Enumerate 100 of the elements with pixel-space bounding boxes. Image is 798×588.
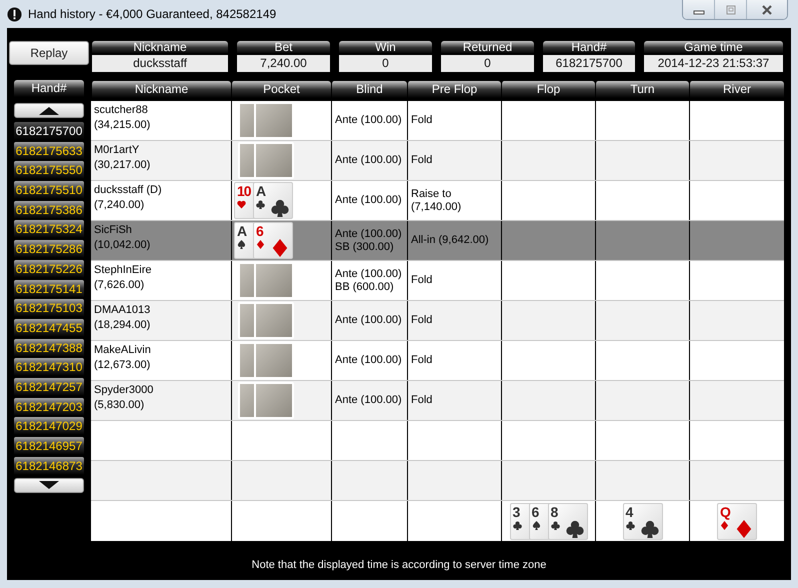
blind-text: Ante (100.00): [335, 154, 402, 167]
field-label: Bet: [237, 41, 330, 54]
hand-list-item[interactable]: 6182147310: [14, 358, 84, 376]
hand-list-item[interactable]: 6182175226: [14, 260, 84, 278]
close-button[interactable]: [747, 0, 787, 19]
up-triangle-icon: [39, 106, 59, 114]
field-label: Nickname: [92, 41, 228, 54]
column-header: Pocket: [231, 81, 331, 98]
table-row[interactable]: scutcher88 (34,215.00) Ante (100.00) Fold: [91, 101, 784, 141]
player-name: StephInEire: [94, 264, 152, 276]
player-name: M0r1artY: [94, 144, 140, 156]
hand-list-item[interactable]: 6182175103: [14, 299, 84, 318]
card-rank: 6: [256, 223, 263, 239]
hand-list-item[interactable]: 6182175324: [14, 220, 84, 238]
action-text: Fold: [411, 154, 432, 167]
card-rank: 6: [532, 504, 538, 520]
card-back: [254, 102, 294, 139]
column-header: Hand#: [14, 80, 84, 97]
card-rank: 10: [237, 183, 251, 199]
chip-stack: (12,673.00): [94, 359, 152, 371]
diamond-icon: [271, 239, 289, 257]
spade-icon: [532, 521, 540, 530]
scroll-down-button[interactable]: [14, 478, 84, 493]
club-icon: [640, 520, 658, 538]
club-icon: [256, 200, 265, 209]
action-text: Fold: [411, 354, 432, 367]
diamond-icon: [720, 521, 729, 530]
player-name: scutcher88: [94, 104, 149, 116]
player-name: Spyder3000: [94, 384, 154, 396]
table-row[interactable]: M0r1artY (30,217.00) Ante (100.00) Fold: [91, 141, 784, 181]
action-text: All-in (9,642.00): [411, 234, 489, 247]
action-text: Raise to (7,140.00): [411, 188, 462, 214]
action-text: Fold: [411, 314, 432, 327]
hand-list-item[interactable]: 6182175286: [14, 240, 84, 258]
chip-stack: (10,042.00): [94, 239, 152, 251]
club-icon: [550, 521, 560, 530]
hand-list-item[interactable]: 6182175141: [14, 280, 84, 298]
action-text: Fold: [411, 394, 432, 407]
value-field: 7,240.00: [237, 55, 330, 72]
field-label: Win: [339, 41, 432, 54]
card-rank: 4: [626, 504, 632, 520]
card-back: [254, 142, 294, 179]
footer-note: Note that the displayed time is according to server time zone: [250, 559, 548, 571]
value-field: ducksstaff: [92, 55, 228, 72]
spade-icon: [237, 240, 246, 249]
blind-text: Ante (100.00): [335, 194, 402, 207]
hand-list-item[interactable]: 6182147388: [14, 338, 84, 357]
hand-list-item[interactable]: 6182146957: [14, 437, 84, 455]
player-name: SicFiSh: [94, 224, 133, 236]
blind-text: Ante (100.00): [335, 394, 402, 407]
hand-list-item[interactable]: 6182175700: [14, 122, 84, 140]
diamond-icon: [735, 520, 753, 538]
field-label: Hand#: [543, 41, 635, 54]
card-rank: Q: [720, 504, 730, 520]
hand-list-item[interactable]: 6182147029: [14, 417, 84, 436]
column-header: Nickname: [91, 81, 231, 98]
blind-text: Ante (100.00): [335, 314, 402, 327]
card-rank: 3: [512, 504, 520, 520]
hand-list-item[interactable]: 6182175550: [14, 161, 84, 180]
player-name: ducksstaff (D): [94, 184, 163, 196]
table-row[interactable]: MakeALivin (12,673.00) Ante (100.00) Fold: [91, 341, 784, 381]
hand-list-item[interactable]: 6182175386: [14, 200, 84, 219]
maximize-icon: [724, 4, 738, 14]
window-title: Hand history - €4,000 Guaranteed, 842582149: [28, 7, 276, 21]
diamond-icon: [256, 240, 265, 249]
column-header: Turn: [595, 81, 689, 98]
minimize-button[interactable]: [683, 0, 715, 19]
scroll-up-button[interactable]: [14, 103, 84, 118]
table-row[interactable]: Spyder3000 (5,830.00) Ante (100.00) Fold: [91, 381, 784, 421]
close-icon: [760, 4, 774, 14]
club-icon: [271, 199, 289, 217]
action-text: Fold: [411, 114, 432, 127]
player-name: MakeALivin: [94, 344, 152, 356]
card-rank: A: [237, 223, 246, 239]
club-icon: [566, 520, 584, 538]
hand-list-item[interactable]: 6182146873: [14, 456, 84, 475]
chip-stack: (5,830.00): [94, 399, 146, 411]
hand-list-item[interactable]: 6182147203: [14, 398, 84, 416]
player-name: DMAA1013: [94, 304, 152, 316]
value-field: 2014-12-23 21:53:37: [644, 55, 783, 72]
action-text: Fold: [411, 274, 432, 287]
card-back: [254, 382, 294, 419]
chip-stack: (7,626.00): [94, 279, 146, 291]
value-field: 0: [441, 55, 534, 72]
card-back: [254, 342, 294, 379]
blind-text: Ante (100.00) BB (600.00): [335, 268, 402, 294]
hand-list-item[interactable]: 6182175633: [14, 142, 84, 160]
blind-text: Ante (100.00): [335, 354, 402, 367]
hand-list-item[interactable]: 6182147257: [14, 378, 84, 396]
card-rank: 8: [550, 504, 558, 520]
table-row[interactable]: DMAA1013 (18,294.00) Ante (100.00) Fold: [91, 301, 784, 341]
heart-icon: [237, 200, 246, 209]
value-field: 6182175700: [543, 55, 635, 72]
hand-list-item[interactable]: 6182175510: [14, 181, 84, 200]
chip-stack: (7,240.00): [94, 199, 146, 211]
column-header: Blind: [331, 81, 407, 98]
replay-button[interactable]: Replay: [9, 41, 89, 65]
chip-stack: (18,294.00): [94, 319, 152, 331]
hand-list-item[interactable]: 6182147455: [14, 318, 84, 337]
blind-text: Ante (100.00): [335, 114, 402, 127]
